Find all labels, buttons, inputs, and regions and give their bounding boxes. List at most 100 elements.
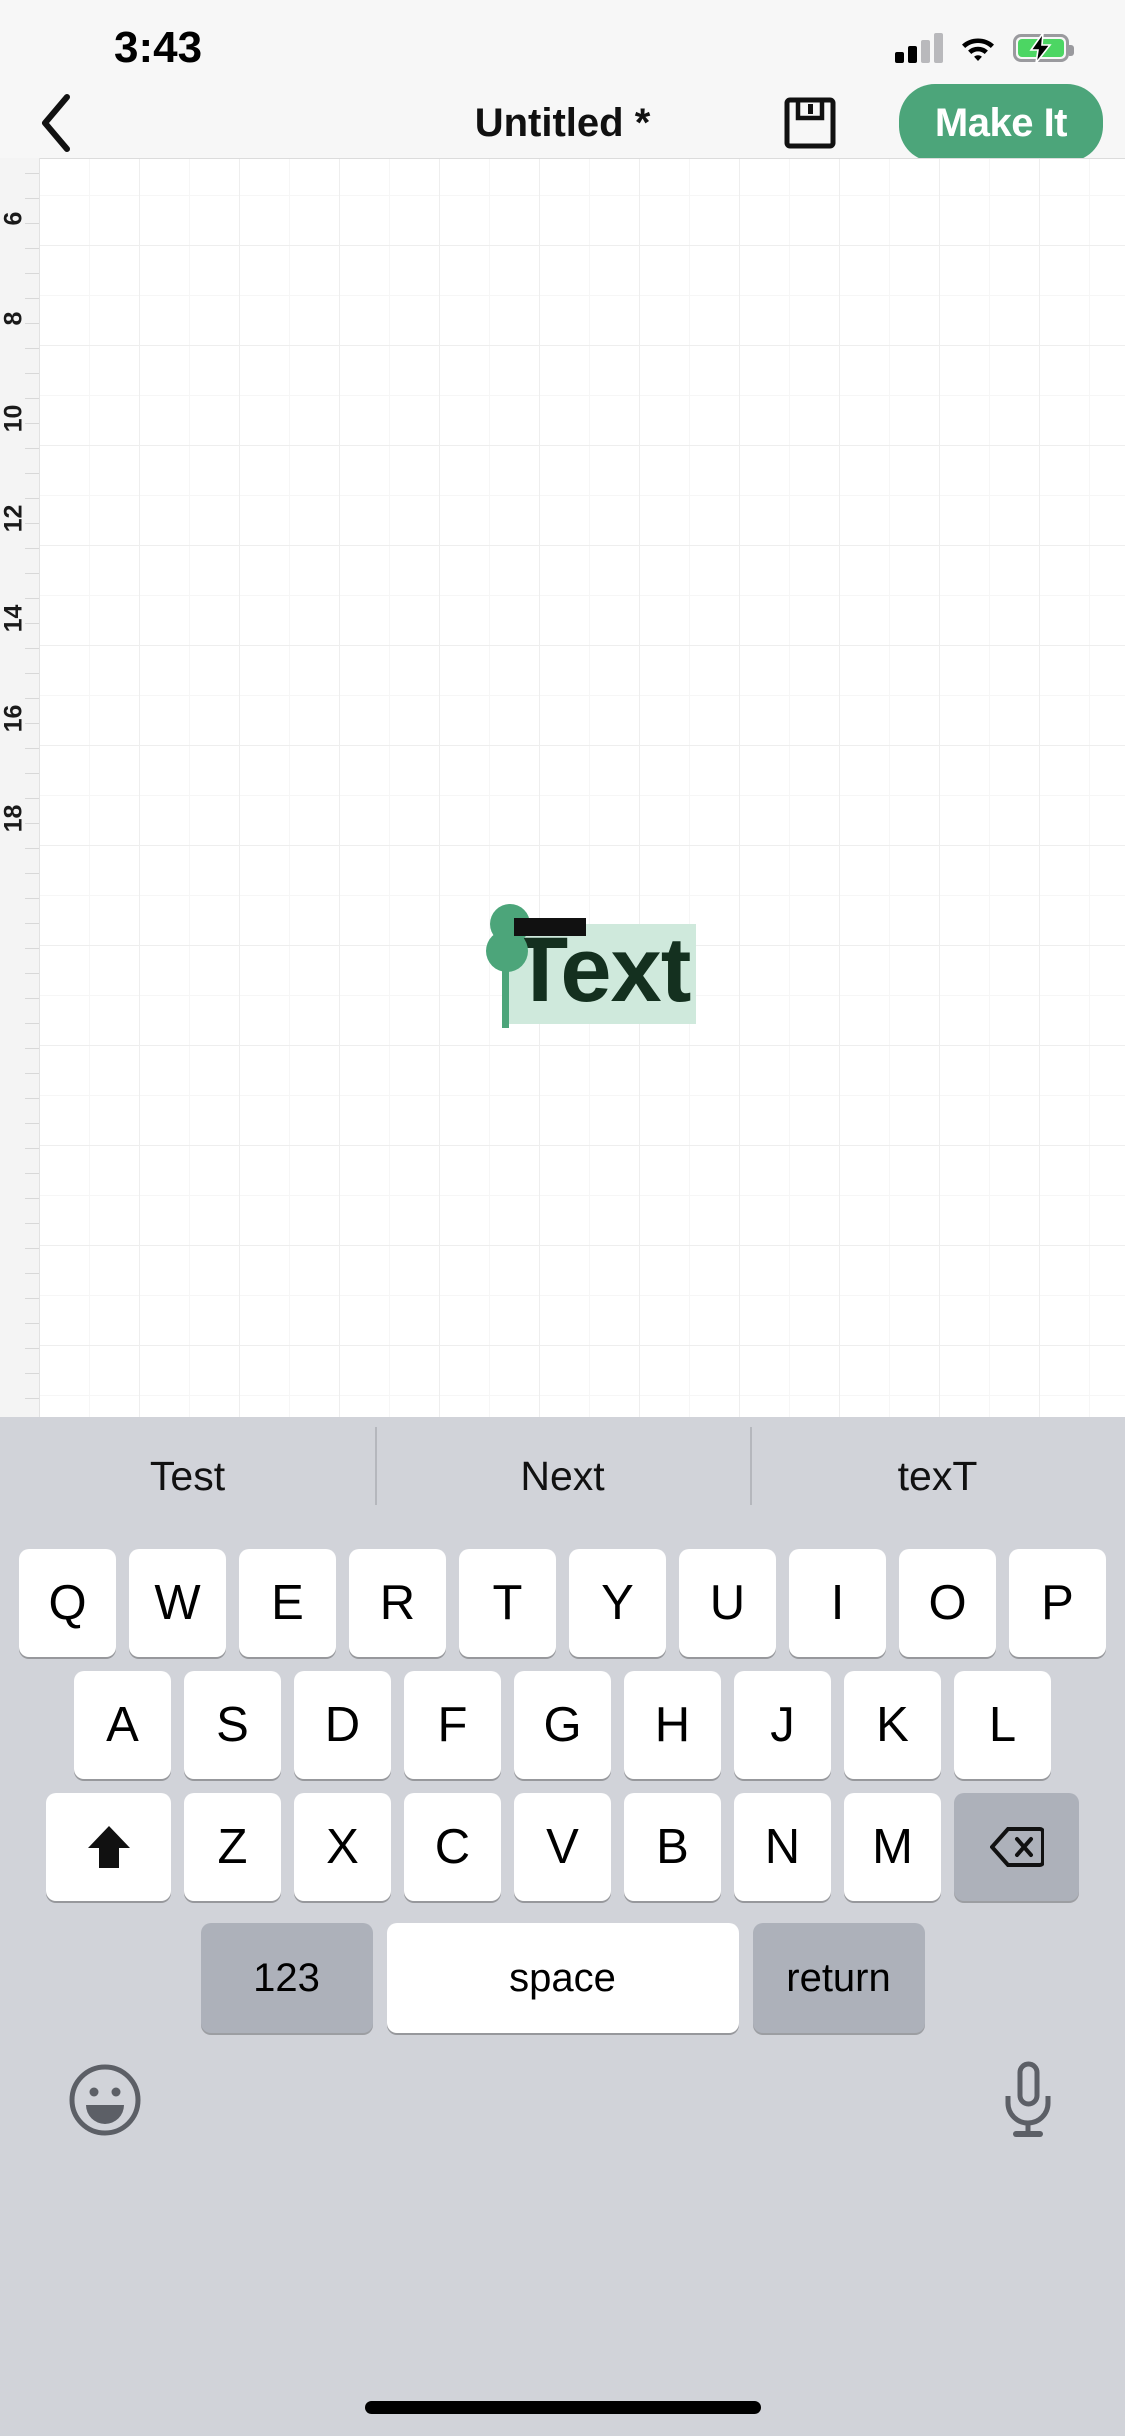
- key-j[interactable]: J: [734, 1671, 831, 1779]
- ruler-tick: [25, 1373, 39, 1374]
- navigation-bar: Untitled * Make It: [0, 84, 1125, 162]
- ruler-tick: [25, 998, 39, 999]
- ruler-tick: [25, 1198, 39, 1199]
- suggestion-item-3[interactable]: texT: [750, 1426, 1125, 1505]
- space-key[interactable]: space: [386, 1923, 739, 2033]
- ruler-tick: [25, 873, 39, 874]
- ruler-tick: [25, 648, 39, 649]
- ruler-tick: [25, 1123, 39, 1124]
- onscreen-keyboard: Test Next texT QWERTYUIOP ASDFGHJKL ZXCVBN…: [0, 1417, 1125, 2436]
- ruler-tick: [25, 948, 39, 949]
- ruler-tick: [25, 1323, 39, 1324]
- key-c[interactable]: C: [404, 1793, 501, 1901]
- ruler-tick: [25, 773, 39, 774]
- key-b[interactable]: B: [624, 1793, 721, 1901]
- text-cursor-stem: [502, 940, 509, 1028]
- key-u[interactable]: U: [679, 1549, 776, 1657]
- chevron-left-icon: [42, 94, 70, 152]
- ruler-tick: [25, 373, 39, 374]
- suggestion-item-2[interactable]: Next: [375, 1426, 750, 1505]
- key-g[interactable]: G: [514, 1671, 611, 1779]
- ruler-tick: [25, 748, 39, 749]
- ruler-label: 14: [0, 604, 28, 633]
- ruler-tick: [25, 548, 39, 549]
- suggestion-item-1[interactable]: Test: [0, 1453, 375, 1500]
- ruler-tick: [25, 848, 39, 849]
- ruler-tick: [25, 923, 39, 924]
- backspace-delete-icon: [989, 1827, 1044, 1867]
- ruler-label: 6: [0, 211, 28, 226]
- backspace-key[interactable]: [954, 1793, 1079, 1901]
- status-indicators: [895, 33, 1074, 63]
- ruler-tick: [25, 1148, 39, 1149]
- floppy-disk-save-icon: [784, 97, 836, 149]
- key-t[interactable]: T: [459, 1549, 556, 1657]
- ruler-tick: [25, 573, 39, 574]
- key-x[interactable]: X: [294, 1793, 391, 1901]
- keyboard-row-1: QWERTYUIOP: [0, 1549, 1125, 1657]
- ruler-tick: [25, 273, 39, 274]
- canvas-text-object[interactable]: Text: [486, 904, 697, 1028]
- numbers-key[interactable]: 123: [200, 1923, 373, 2033]
- ruler-tick: [25, 973, 39, 974]
- home-indicator: [364, 2401, 761, 2414]
- key-d[interactable]: D: [294, 1671, 391, 1779]
- ruler-tick: [25, 898, 39, 899]
- return-key[interactable]: return: [752, 1923, 925, 2033]
- ruler-label: 10: [0, 404, 28, 433]
- ruler-tick: [25, 673, 39, 674]
- ruler-tick: [25, 473, 39, 474]
- wifi-icon: [962, 38, 994, 61]
- save-button[interactable]: [775, 88, 845, 158]
- emoji-smiley-icon[interactable]: [68, 2063, 142, 2137]
- ruler-tick: [25, 1273, 39, 1274]
- ruler-label: 12: [0, 504, 28, 533]
- ruler-tick: [25, 1298, 39, 1299]
- keyboard-row-3: ZXCVBNM: [0, 1793, 1125, 1901]
- ruler-tick: [25, 1048, 39, 1049]
- key-r[interactable]: R: [349, 1549, 446, 1657]
- key-w[interactable]: W: [129, 1549, 226, 1657]
- key-m[interactable]: M: [844, 1793, 941, 1901]
- ruler-tick: [25, 173, 39, 174]
- app-screen: 3:43 Untitled * Make It 6 8 10 12 14 16 …: [0, 0, 1125, 2436]
- ruler-tick: [25, 1248, 39, 1249]
- key-k[interactable]: K: [844, 1671, 941, 1779]
- key-y[interactable]: Y: [569, 1549, 666, 1657]
- ruler-tick: [25, 1098, 39, 1099]
- text-caret-cap: [514, 918, 586, 936]
- key-s[interactable]: S: [184, 1671, 281, 1779]
- ruler-label: 8: [0, 311, 28, 326]
- ruler-tick: [25, 1223, 39, 1224]
- key-z[interactable]: Z: [184, 1793, 281, 1901]
- key-f[interactable]: F: [404, 1671, 501, 1779]
- ruler-label: 18: [0, 804, 28, 833]
- vertical-ruler: 6 8 10 12 14 16 18: [0, 158, 40, 1417]
- predictive-suggestion-bar: Test Next texT: [0, 1417, 1125, 1535]
- text-selection-highlight[interactable]: Text: [508, 924, 697, 1025]
- ruler-tick: [25, 1348, 39, 1349]
- key-h[interactable]: H: [624, 1671, 721, 1779]
- ruler-tick: [25, 1173, 39, 1174]
- status-time: 3:43: [114, 23, 203, 72]
- battery-charging-icon: [1013, 33, 1074, 63]
- cellular-signal-icon: [895, 33, 943, 63]
- charging-bolt-icon: [1029, 33, 1052, 63]
- key-q[interactable]: Q: [19, 1549, 116, 1657]
- ruler-tick: [25, 448, 39, 449]
- make-it-button[interactable]: Make It: [898, 84, 1103, 162]
- key-a[interactable]: A: [74, 1671, 171, 1779]
- key-l[interactable]: L: [954, 1671, 1051, 1779]
- microphone-icon[interactable]: [999, 2061, 1057, 2139]
- back-button[interactable]: [8, 88, 104, 158]
- key-o[interactable]: O: [899, 1549, 996, 1657]
- canvas-top-border: [40, 158, 1125, 159]
- key-e[interactable]: E: [239, 1549, 336, 1657]
- key-i[interactable]: I: [789, 1549, 886, 1657]
- shift-key[interactable]: [46, 1793, 171, 1901]
- ruler-tick: [25, 1023, 39, 1024]
- design-canvas[interactable]: 6 8 10 12 14 16 18 Text: [0, 158, 1125, 1417]
- key-n[interactable]: N: [734, 1793, 831, 1901]
- key-v[interactable]: V: [514, 1793, 611, 1901]
- key-p[interactable]: P: [1009, 1549, 1106, 1657]
